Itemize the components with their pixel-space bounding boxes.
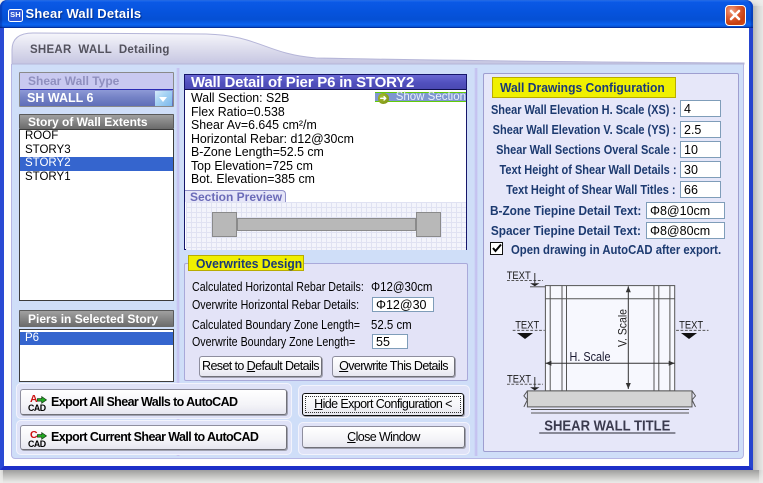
svg-text:SHEAR WALL TITLE: SHEAR WALL TITLE	[544, 418, 670, 435]
svg-text:TEXT: TEXT	[515, 319, 539, 331]
svg-text:H. Scale: H. Scale	[570, 350, 611, 364]
svg-text:TEXT: TEXT	[507, 373, 531, 385]
svg-text:TEXT: TEXT	[679, 319, 703, 331]
svg-text:V. Scale: V. Scale	[616, 309, 630, 347]
